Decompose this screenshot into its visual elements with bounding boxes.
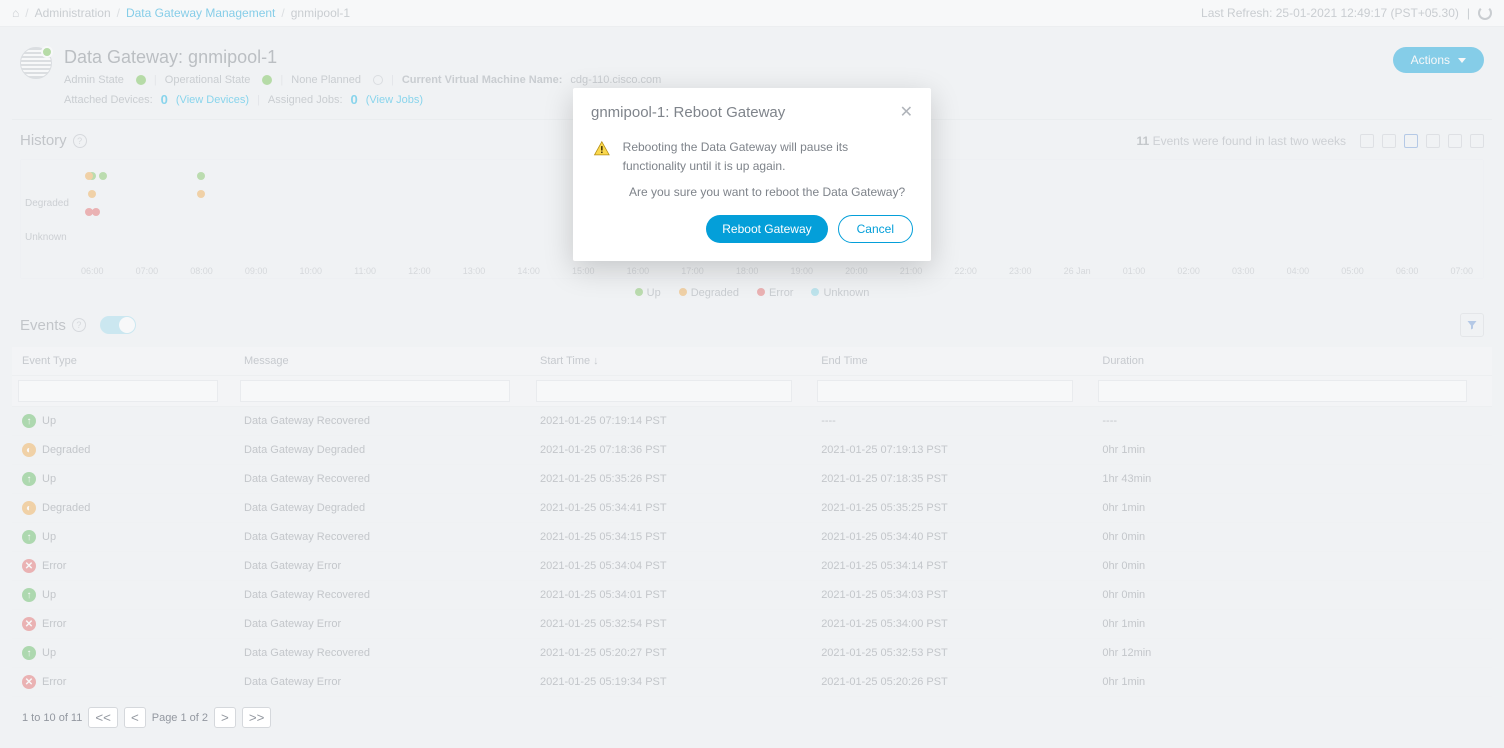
pager-first-button[interactable]: <<	[88, 707, 118, 728]
warning-icon	[593, 138, 611, 160]
modal-title: gnmipool-1: Reboot Gateway	[591, 104, 785, 121]
pager-last-button[interactable]: >>	[242, 707, 272, 728]
reboot-modal: gnmipool-1: Reboot Gateway ✕ Rebooting t…	[573, 88, 931, 261]
modal-backdrop[interactable]: gnmipool-1: Reboot Gateway ✕ Rebooting t…	[0, 0, 1504, 706]
modal-body: Rebooting the Data Gateway will pause it…	[573, 130, 931, 179]
pager-range: 1 to 10 of 11	[22, 712, 82, 724]
pager-page-text: Page 1 of 2	[152, 712, 208, 724]
close-icon: ✕	[900, 104, 913, 121]
pager-next-button[interactable]: >	[214, 707, 236, 728]
modal-question: Are you sure you want to reboot the Data…	[573, 179, 931, 209]
modal-body-text: Rebooting the Data Gateway will pause it…	[623, 138, 911, 175]
pager-prev-button[interactable]: <	[124, 707, 146, 728]
modal-header: gnmipool-1: Reboot Gateway ✕	[573, 88, 931, 130]
cancel-button[interactable]: Cancel	[838, 215, 913, 243]
modal-actions: Reboot Gateway Cancel	[573, 209, 931, 261]
reboot-gateway-button[interactable]: Reboot Gateway	[706, 215, 827, 243]
modal-close-button[interactable]: ✕	[900, 102, 913, 122]
